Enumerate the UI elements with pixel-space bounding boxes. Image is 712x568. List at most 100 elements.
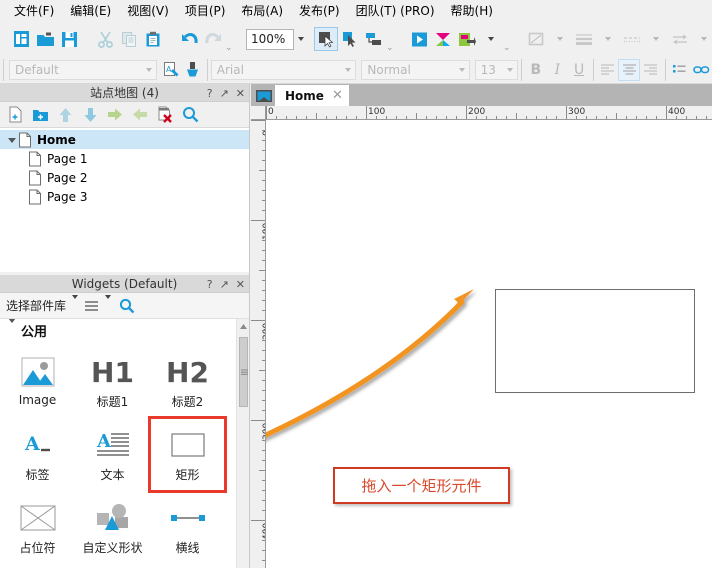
scroll-up-icon[interactable] — [237, 319, 249, 333]
widget-library-label[interactable]: 选择部件库 — [6, 297, 66, 314]
help-icon[interactable]: ? — [207, 278, 213, 291]
line-style-dropdown-arrow[interactable] — [548, 27, 572, 51]
open-folder-icon[interactable] — [33, 27, 57, 51]
widget-item-image[interactable]: Image — [0, 345, 75, 418]
cut-icon[interactable] — [93, 27, 117, 51]
widget-item-horizontal-line[interactable]: 横线 — [150, 491, 225, 564]
chevron-down-icon[interactable] — [105, 294, 112, 313]
design-canvas[interactable]: 拖入一个矩形元件 — [266, 120, 712, 568]
add-page-icon[interactable] — [4, 104, 26, 126]
zoom-input[interactable]: 100% — [246, 28, 294, 50]
overflow-chevron-icon[interactable]: ⌄ — [386, 43, 395, 53]
connector-arrow-icon[interactable] — [338, 27, 362, 51]
paste-icon[interactable] — [141, 27, 165, 51]
font-weight-select[interactable]: Normal — [361, 59, 470, 80]
history-toolbar-group: ⌄ — [174, 23, 237, 55]
publish-dropdown-arrow[interactable] — [479, 27, 503, 51]
publish-icon[interactable] — [431, 27, 455, 51]
menu-edit[interactable]: 编辑(E) — [62, 1, 119, 21]
widget-item-heading2[interactable]: H2 标题2 — [150, 345, 225, 418]
overflow-chevron-icon[interactable]: ⌄ — [225, 43, 234, 53]
menu-publish[interactable]: 发布(P) — [291, 1, 348, 21]
widgets-scrollbar[interactable] — [236, 319, 249, 568]
page-tab-home[interactable]: Home ✕ — [275, 85, 349, 106]
hamburger-menu-icon[interactable] — [84, 300, 99, 312]
widget-item-label: 标题1 — [96, 395, 129, 409]
move-up-icon[interactable] — [54, 104, 76, 126]
arrow-style-dropdown-arrow[interactable] — [692, 27, 712, 51]
sitemap-item-page-3[interactable]: Page 3 — [0, 187, 249, 206]
save-icon[interactable] — [57, 27, 81, 51]
ruler-tick — [251, 120, 265, 121]
widget-item-heading1[interactable]: H1 标题1 — [75, 345, 150, 418]
menu-project[interactable]: 项目(P) — [177, 1, 234, 21]
group-select-icon[interactable] — [362, 27, 386, 51]
popout-icon[interactable]: ↗ — [220, 278, 229, 291]
triangle-down-icon[interactable] — [8, 319, 16, 338]
align-right-icon[interactable] — [640, 59, 662, 81]
move-down-icon[interactable] — [79, 104, 101, 126]
undo-icon[interactable] — [177, 27, 201, 51]
format-painter-icon[interactable]: A — [161, 59, 183, 81]
chevron-down-icon[interactable] — [341, 67, 355, 72]
widget-item-placeholder[interactable]: 占位符 — [0, 491, 75, 564]
close-icon[interactable]: ✕ — [236, 278, 245, 291]
sitemap-item-page-1[interactable]: Page 1 — [0, 149, 249, 168]
bullet-list-icon[interactable] — [669, 59, 691, 81]
outdent-icon[interactable] — [129, 104, 151, 126]
bold-button[interactable]: B — [525, 59, 547, 81]
triangle-down-icon[interactable] — [6, 137, 18, 143]
font-size-select[interactable]: 13 — [474, 59, 519, 80]
sitemap-item-home[interactable]: Home — [0, 130, 249, 149]
link-icon[interactable] — [690, 59, 712, 81]
generate-html-icon[interactable] — [455, 27, 479, 51]
widget-item-label: Image — [18, 393, 57, 407]
delete-page-icon[interactable] — [154, 104, 176, 126]
zoom-dropdown-arrow[interactable] — [294, 28, 308, 50]
toolbar-separator — [664, 58, 666, 81]
underline-button[interactable]: U — [568, 59, 590, 81]
help-icon[interactable]: ? — [207, 87, 213, 100]
add-folder-icon[interactable] — [29, 104, 51, 126]
line-width-dropdown-arrow[interactable] — [596, 27, 620, 51]
new-file-icon[interactable] — [9, 27, 33, 51]
menu-help[interactable]: 帮助(H) — [443, 1, 501, 21]
align-left-icon[interactable] — [597, 59, 619, 81]
popout-icon[interactable]: ↗ — [220, 87, 229, 100]
preview-icon[interactable] — [407, 27, 431, 51]
widgets-scroll-thumb[interactable] — [239, 337, 248, 407]
menu-layout[interactable]: 布局(A) — [233, 1, 291, 21]
chevron-down-icon[interactable] — [142, 67, 156, 72]
widget-item-label[interactable]: A 标签 — [0, 418, 75, 491]
ruler-tick — [366, 106, 367, 119]
widget-item-custom-shape[interactable]: 自定义形状 — [75, 491, 150, 564]
chevron-down-icon[interactable] — [455, 67, 469, 72]
select-arrow-icon[interactable] — [314, 27, 338, 51]
brush-icon[interactable] — [182, 59, 204, 81]
ruler-tick — [616, 113, 617, 119]
sitemap-item-page-2[interactable]: Page 2 — [0, 168, 249, 187]
chevron-down-icon[interactable] — [503, 67, 517, 72]
menu-team[interactable]: 团队(T) (PRO) — [348, 1, 443, 21]
close-icon[interactable]: ✕ — [332, 88, 343, 103]
heading2-widget-icon: H2 — [166, 353, 209, 391]
chevron-down-icon[interactable] — [72, 294, 79, 313]
menu-view[interactable]: 视图(V) — [119, 1, 177, 21]
search-icon[interactable] — [179, 104, 201, 126]
widget-item-text[interactable]: A 文本 — [75, 418, 150, 491]
indent-icon[interactable] — [104, 104, 126, 126]
menu-file[interactable]: 文件(F) — [6, 1, 62, 21]
widget-item-rectangle[interactable]: 矩形 — [148, 416, 227, 493]
redo-icon[interactable] — [201, 27, 225, 51]
vertical-ruler: 0 100 200 300 400 — [251, 120, 266, 568]
font-family-select[interactable]: Arial — [210, 59, 357, 80]
widget-style-select[interactable]: Default — [8, 59, 157, 80]
widget-category-common[interactable]: 公用 — [0, 319, 249, 341]
italic-button[interactable]: I — [547, 59, 569, 81]
align-center-icon[interactable] — [618, 58, 641, 81]
search-icon[interactable] — [119, 298, 135, 314]
copy-icon[interactable] — [117, 27, 141, 51]
overflow-chevron-icon[interactable]: ⌄ — [503, 43, 512, 53]
close-icon[interactable]: ✕ — [236, 87, 245, 100]
line-dash-dropdown-arrow[interactable] — [644, 27, 668, 51]
